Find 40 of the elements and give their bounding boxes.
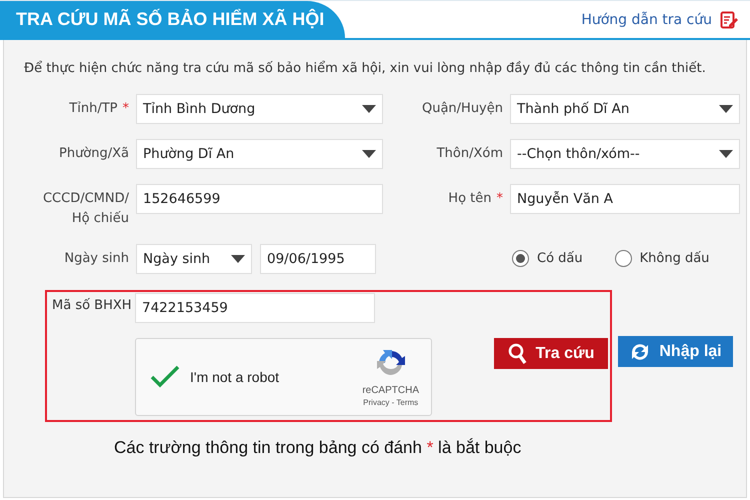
input-field[interactable]: 152646599 xyxy=(136,184,383,214)
search-icon xyxy=(508,342,528,364)
caret-icon xyxy=(362,150,376,158)
privacy-terms-links[interactable]: Privacy - Terms xyxy=(363,398,418,407)
field-label: CCCD/CMND/ Hộ chiếu xyxy=(42,190,129,228)
dropdown[interactable]: Ngày sinh xyxy=(136,244,252,274)
field-label: Quận/Huyện xyxy=(422,100,503,118)
required-mark: * xyxy=(122,101,129,116)
dropdown[interactable]: --Chọn thôn/xóm-- xyxy=(510,139,740,169)
field-label: Mã số BHXH xyxy=(52,297,133,313)
caret-icon xyxy=(362,105,376,113)
radio-button[interactable] xyxy=(512,250,529,267)
captcha-label: I'm not a robot xyxy=(190,369,280,385)
dropdown[interactable]: Thành phố Dĩ An xyxy=(510,94,740,124)
field-label: Phường/Xã xyxy=(58,145,129,163)
page-title: TRA CỨU MÃ SỐ BẢO HIỂM XÃ HỘI xyxy=(16,9,324,30)
field-label: Ngày sinh xyxy=(64,250,129,268)
field-label: Họ tên xyxy=(448,190,492,208)
caret-icon xyxy=(719,150,733,158)
captcha-checkbox[interactable] xyxy=(150,365,180,389)
document-edit-icon[interactable] xyxy=(720,10,738,28)
required-note: Các trường thông tin trong bảng có đánh * là bắt buộc xyxy=(114,438,522,458)
field-label: Tỉnh/TP xyxy=(69,100,118,118)
reset-button[interactable]: Nhập lại xyxy=(618,336,733,367)
dropdown[interactable]: Tỉnh Bình Dương xyxy=(136,94,383,124)
required-mark: * xyxy=(496,191,503,206)
intro-text: Để thực hiện chức năng tra cứu mã số bảo hiểm xã hội, xin vui lòng nhập đầy đủ các thông tin cần thiết. xyxy=(23,60,707,76)
field-label: Thôn/Xóm xyxy=(436,145,503,163)
date-field[interactable]: 09/06/1995 xyxy=(260,244,376,274)
search-button[interactable]: Tra cứu xyxy=(494,338,608,369)
captcha-brand: reCAPTCHA xyxy=(362,385,419,396)
input-field[interactable]: Nguyễn Văn A xyxy=(510,184,740,214)
radio-button[interactable] xyxy=(614,250,632,267)
radio-label: Không dấu xyxy=(640,251,710,266)
dropdown[interactable]: Phường Dĩ An xyxy=(136,139,383,169)
help-link[interactable]: Hướng dẫn tra cứu xyxy=(581,12,712,28)
radio-label: Có dấu xyxy=(537,251,583,266)
caret-icon xyxy=(231,255,245,263)
input-field[interactable]: 7422153459 xyxy=(135,293,375,323)
caret-icon xyxy=(719,105,733,113)
